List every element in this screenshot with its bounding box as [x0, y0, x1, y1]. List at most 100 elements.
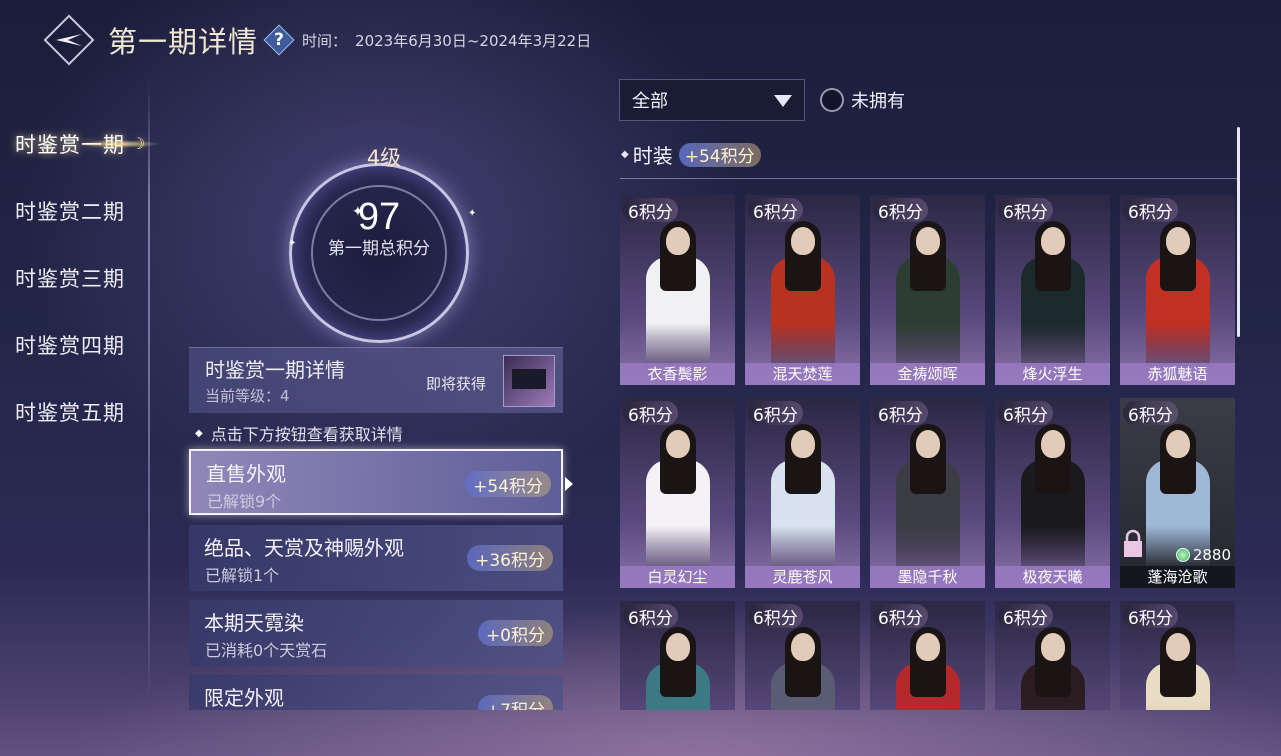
category-subtitle: 已消耗0个天赏石: [205, 641, 328, 660]
outfit-name: 混天焚莲: [745, 363, 860, 385]
outfit-card[interactable]: 6积分 金祷颂晖: [870, 195, 985, 385]
sparkle-icon: ✦: [468, 208, 477, 219]
not-owned-label: 未拥有: [851, 91, 905, 112]
level-label: 4级: [366, 146, 402, 170]
outfit-card[interactable]: 6积分: [745, 601, 860, 710]
outfit-points-badge: 6积分: [873, 401, 928, 426]
not-owned-toggle[interactable]: 未拥有: [820, 87, 905, 113]
outfit-card[interactable]: 6积分: [620, 601, 735, 710]
outfit-preview-image: [1138, 416, 1218, 570]
outfit-points-badge: 6积分: [1123, 604, 1178, 629]
category-title: 限定外观: [204, 686, 284, 710]
level-medallion: 4级 97 第一期总积分 ✦ ✦ ✦: [284, 138, 484, 343]
category-subtitle: 已解锁9个: [207, 492, 282, 511]
period-nav: 时鉴赏一期 ☽ 时鉴赏二期 时鉴赏三期 时鉴赏四期 时鉴赏五期: [0, 110, 160, 445]
outfit-points-badge: 6积分: [873, 198, 928, 223]
outfit-name: 蓬海沧歌: [1120, 566, 1235, 588]
hint-label: 点击下方按钮查看获取详情: [210, 425, 403, 444]
outfit-points-badge: 6积分: [623, 198, 678, 223]
outfit-preview-image: [638, 213, 718, 367]
category-points-badge: +0积分: [477, 620, 553, 646]
sparkle-icon: ✦: [288, 238, 297, 249]
scrollbar[interactable]: [1237, 127, 1240, 337]
period-detail-card: 时鉴赏一期详情 当前等级：4 即将获得: [189, 347, 563, 413]
nav-item-period-4[interactable]: 时鉴赏四期: [0, 311, 150, 378]
outfit-points-badge: 6积分: [748, 401, 803, 426]
outfit-card[interactable]: 6积分: [995, 601, 1110, 710]
outfit-name: 极夜天曦: [995, 566, 1110, 588]
outfit-points-badge: 6积分: [623, 401, 678, 426]
nav-item-period-5[interactable]: 时鉴赏五期: [0, 378, 150, 445]
category-title: 本期天霓染: [204, 611, 304, 635]
outfit-name: 灵鹿苍风: [745, 566, 860, 588]
outfit-name: 白灵幻尘: [620, 566, 735, 588]
outfit-points-badge: 6积分: [998, 604, 1053, 629]
nav-item-label: 时鉴赏四期: [15, 333, 125, 358]
sparkle-icon: ✦: [352, 204, 364, 220]
outfit-name: 赤狐魅语: [1120, 363, 1235, 385]
current-level: 当前等级：4: [205, 387, 290, 405]
outfit-preview-image: [763, 416, 843, 570]
total-score: 97: [357, 196, 401, 238]
section-header: ◆ 时装 +54积分: [621, 140, 761, 169]
help-icon[interactable]: ?: [263, 24, 295, 56]
nav-item-label: 时鉴赏五期: [15, 400, 125, 425]
reward-image: [512, 369, 546, 389]
outfit-card[interactable]: 6积分 蓬海沧歌 2880: [1120, 398, 1235, 588]
outfit-preview-image: [1013, 619, 1093, 710]
section-title: 时装: [632, 144, 673, 168]
outfit-card[interactable]: 6积分赤狐魅语: [1120, 195, 1235, 385]
outfit-preview-image: [888, 416, 968, 570]
page-title: 第一期详情: [108, 25, 259, 59]
outfit-preview-image: [638, 619, 718, 710]
category-points-badge: +7积分: [477, 695, 553, 710]
outfit-points-badge: 6积分: [1123, 198, 1178, 223]
diamond-bullet-icon: ◆: [621, 149, 629, 160]
outfit-preview-image: [763, 619, 843, 710]
outfit-points-badge: 6积分: [748, 604, 803, 629]
category-direct-sale[interactable]: 直售外观 已解锁9个 +54积分: [189, 449, 563, 515]
outfit-points-badge: 6积分: [998, 198, 1053, 223]
outfit-preview-image: [1013, 213, 1093, 367]
outfit-name: 衣香鬓影: [620, 363, 735, 385]
outfit-card[interactable]: 6积分衣香鬓影: [620, 195, 735, 385]
outfit-card[interactable]: 6积分墨隐千秋: [870, 398, 985, 588]
category-premium[interactable]: 绝品、天赏及神赐外观 已解锁1个 +36积分: [189, 525, 563, 591]
back-button[interactable]: [43, 14, 95, 66]
outfit-points-badge: 6积分: [623, 604, 678, 629]
outfit-card[interactable]: 6积分烽火浮生: [995, 195, 1110, 385]
not-owned-radio[interactable]: [820, 88, 844, 112]
outfit-preview-image: [1013, 416, 1093, 570]
nav-item-label: 时鉴赏一期: [15, 132, 125, 157]
dropdown-arrow-icon: [774, 95, 792, 107]
filter-selected-value: 全部: [632, 91, 668, 112]
outfit-preview-image: [1138, 213, 1218, 367]
outfit-card[interactable]: 6积分灵鹿苍风: [745, 398, 860, 588]
outfit-grid: 6积分 衣香鬓影 6积分 混天焚莲 6积分 金祷颂晖 6积分 烽火浮生 6积分 赤狐魅语 6积分 白灵…: [620, 195, 1237, 710]
outfit-card[interactable]: 6积分 混天焚莲: [745, 195, 860, 385]
outfit-preview-image: [763, 213, 843, 367]
outfit-name: 烽火浮生: [995, 363, 1110, 385]
category-limited[interactable]: 限定外观 +7积分: [189, 675, 563, 710]
outfit-card[interactable]: 6积分: [1120, 601, 1235, 710]
outfit-preview-image: [638, 416, 718, 570]
section-divider: [620, 178, 1237, 179]
outfit-name: 墨隐千秋: [870, 566, 985, 588]
outfit-card[interactable]: 6积分极夜天曦: [995, 398, 1110, 588]
outfit-preview-image: [888, 619, 968, 710]
nav-item-label: 时鉴赏二期: [15, 199, 125, 224]
lock-icon: [1122, 529, 1144, 563]
category-points-badge: +36积分: [467, 545, 553, 571]
nav-item-period-1[interactable]: 时鉴赏一期 ☽: [0, 110, 160, 177]
outfit-card[interactable]: 6积分: [870, 601, 985, 710]
filter-dropdown[interactable]: 全部: [619, 79, 805, 121]
category-dye[interactable]: 本期天霓染 已消耗0个天赏石 +0积分: [189, 600, 563, 666]
nav-item-period-3[interactable]: 时鉴赏三期: [0, 244, 150, 311]
outfit-card[interactable]: 6积分白灵幻尘: [620, 398, 735, 588]
category-points-badge: +54积分: [465, 471, 551, 497]
selected-arrow-icon: [565, 477, 573, 491]
nav-item-period-2[interactable]: 时鉴赏二期: [0, 177, 150, 244]
reward-thumbnail[interactable]: [503, 355, 555, 407]
category-subtitle: 已解锁1个: [205, 566, 280, 585]
outfit-points-badge: 6积分: [998, 401, 1053, 426]
